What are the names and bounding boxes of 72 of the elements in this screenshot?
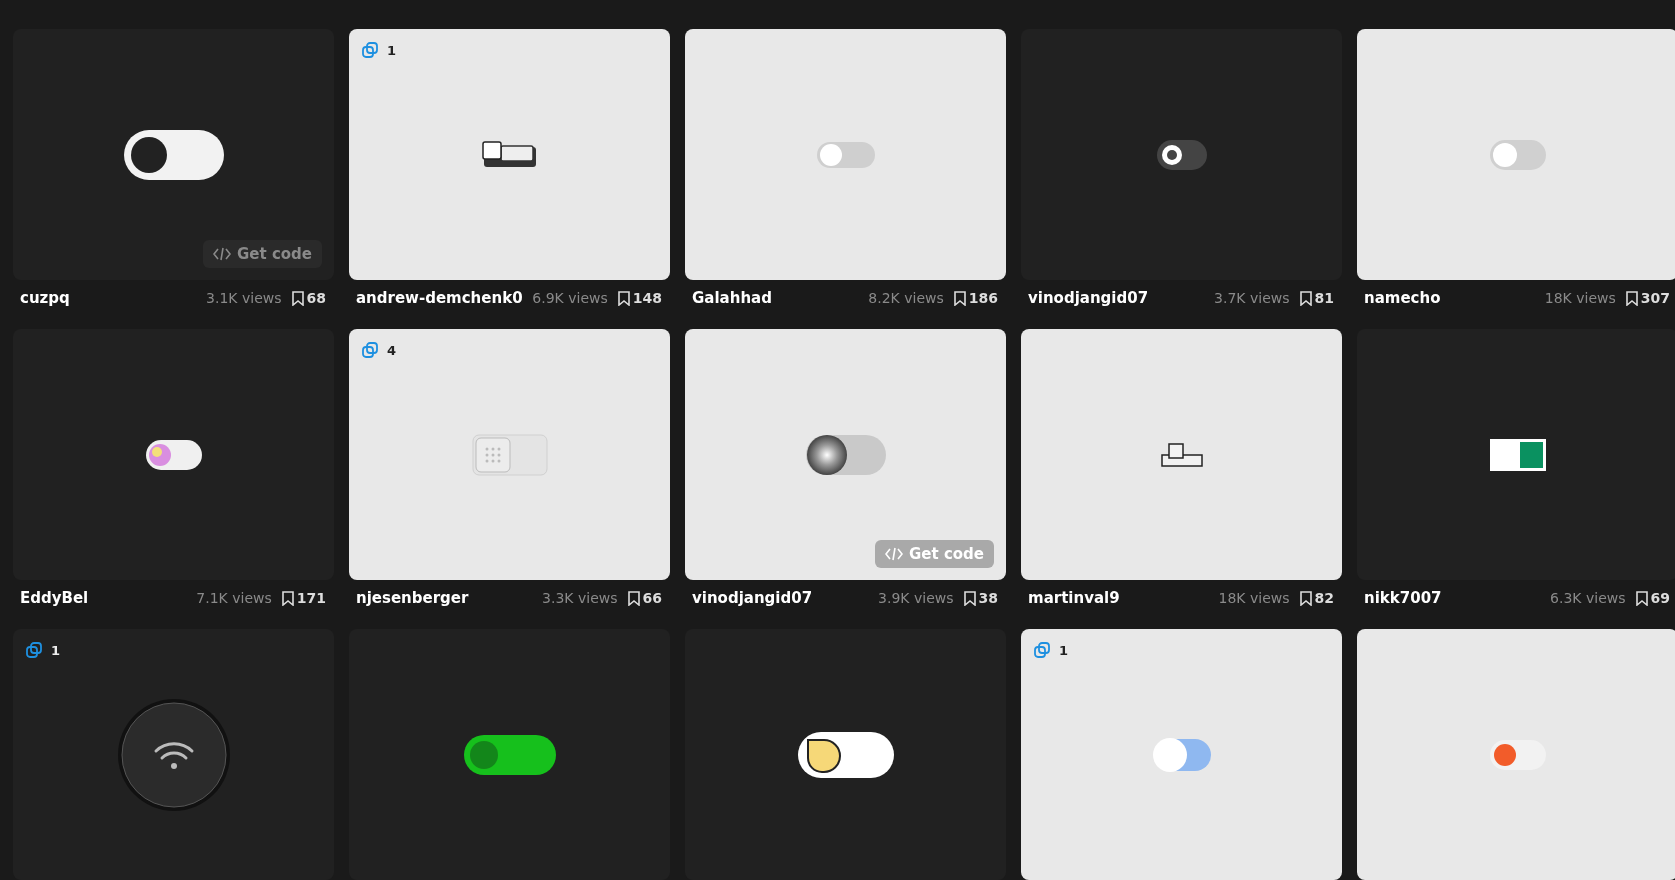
author-name[interactable]: namecho — [1364, 289, 1545, 307]
author-name[interactable]: martinval9 — [1028, 589, 1219, 607]
toggle-switch[interactable] — [1156, 139, 1207, 170]
code-icon — [885, 547, 903, 561]
author-name[interactable]: EddyBel — [20, 589, 197, 607]
copy-icon — [361, 41, 379, 59]
toggle-switch[interactable] — [805, 433, 886, 476]
view-count: 18K views — [1544, 290, 1616, 306]
component-card[interactable]: Get code — [13, 29, 334, 280]
save-count: 66 — [642, 590, 662, 606]
author-name[interactable]: cuzpq — [20, 289, 207, 307]
bookmark-icon[interactable] — [281, 590, 294, 606]
save-count: 69 — [1650, 590, 1670, 606]
save-count: 186 — [968, 290, 998, 306]
view-count: 18K views — [1218, 590, 1290, 606]
author-name[interactable]: nikk7007 — [1364, 589, 1551, 607]
author-name[interactable]: Galahhad — [692, 289, 869, 307]
component-card[interactable]: 4 — [349, 329, 670, 580]
copy-count: 1 — [51, 642, 61, 658]
save-count: 82 — [1314, 590, 1334, 606]
author-name[interactable]: vinodjangid07 — [692, 589, 879, 607]
toggle-switch[interactable] — [797, 731, 894, 778]
toggle-switch[interactable] — [1160, 441, 1203, 468]
view-count: 3.7K views — [1214, 290, 1290, 306]
view-count: 7.1K views — [196, 590, 272, 606]
view-count: 3.3K views — [542, 590, 618, 606]
author-name[interactable]: njesenberger — [356, 589, 543, 607]
toggle-switch[interactable] — [123, 129, 224, 180]
bookmark-icon[interactable] — [963, 590, 976, 606]
author-name[interactable]: vinodjangid07 — [1028, 289, 1215, 307]
save-count: 171 — [296, 590, 326, 606]
copy-count: 1 — [1059, 642, 1069, 658]
copy-count: 1 — [387, 42, 397, 58]
save-count: 148 — [632, 290, 662, 306]
save-count: 68 — [306, 290, 326, 306]
copy-icon — [25, 641, 43, 659]
code-icon — [213, 247, 231, 261]
view-count: 3.9K views — [878, 590, 954, 606]
wifi-button[interactable] — [115, 696, 232, 813]
component-card[interactable] — [349, 629, 670, 880]
copy-count: 4 — [387, 342, 397, 358]
toggle-switch[interactable] — [1489, 739, 1546, 770]
toggle-switch[interactable] — [1489, 438, 1546, 471]
bookmark-icon[interactable] — [627, 590, 640, 606]
toggle-switch[interactable] — [815, 139, 876, 170]
component-card[interactable]: 1 — [1021, 629, 1342, 880]
component-card[interactable] — [685, 629, 1006, 880]
bookmark-icon[interactable] — [1299, 290, 1312, 306]
toggle-switch[interactable] — [471, 433, 548, 476]
bookmark-icon[interactable] — [1625, 290, 1638, 306]
view-count: 6.3K views — [1550, 590, 1626, 606]
view-count: 3.1K views — [206, 290, 282, 306]
toggle-switch[interactable] — [1150, 735, 1213, 774]
get-code-button[interactable]: Get code — [203, 240, 322, 268]
component-card[interactable]: 1 — [349, 29, 670, 280]
save-count: 307 — [1640, 290, 1670, 306]
save-count: 81 — [1314, 290, 1334, 306]
toggle-switch[interactable] — [481, 140, 538, 169]
save-count: 38 — [978, 590, 998, 606]
copy-icon — [361, 341, 379, 359]
bookmark-icon[interactable] — [1635, 590, 1648, 606]
bookmark-icon[interactable] — [291, 290, 304, 306]
bookmark-icon[interactable] — [1299, 590, 1312, 606]
toggle-switch[interactable] — [1489, 139, 1546, 170]
bookmark-icon[interactable] — [953, 290, 966, 306]
view-count: 8.2K views — [868, 290, 944, 306]
component-card[interactable]: 1 — [13, 629, 334, 880]
bookmark-icon[interactable] — [617, 290, 630, 306]
author-name[interactable]: andrew-demchenk0 — [356, 289, 533, 307]
toggle-switch[interactable] — [463, 734, 556, 775]
copy-icon — [1033, 641, 1051, 659]
view-count: 6.9K views — [532, 290, 608, 306]
